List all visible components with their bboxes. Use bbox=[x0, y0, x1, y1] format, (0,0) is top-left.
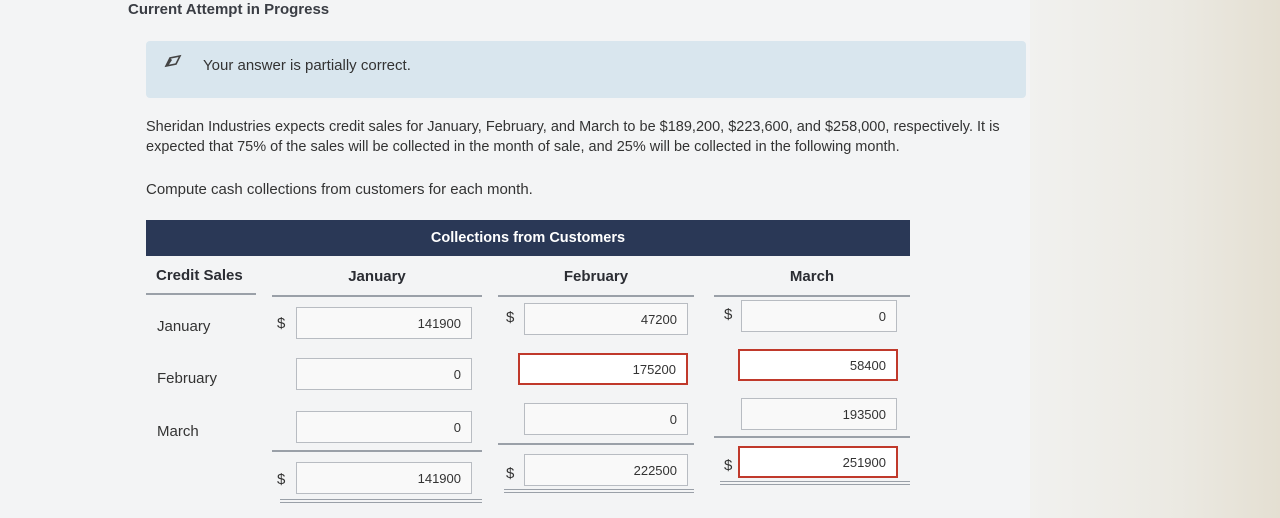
cell-mar-march[interactable] bbox=[741, 398, 897, 430]
cell-jan-january[interactable] bbox=[296, 307, 472, 339]
double-rule bbox=[720, 481, 910, 482]
double-rule bbox=[720, 484, 910, 485]
dollar-sign: $ bbox=[506, 465, 515, 482]
cell-jan-february[interactable] bbox=[524, 303, 688, 335]
cell-feb-february[interactable] bbox=[518, 353, 688, 385]
double-rule bbox=[280, 502, 482, 503]
dollar-sign: $ bbox=[277, 471, 286, 488]
row-label-january: January bbox=[157, 318, 211, 335]
problem-statement: Sheridan Industries expects credit sales… bbox=[146, 117, 1026, 157]
col-header-february: February bbox=[498, 257, 694, 297]
dollar-sign: $ bbox=[724, 306, 733, 323]
cell-feb-march[interactable] bbox=[738, 349, 898, 381]
problem-line-1: Sheridan Industries expects credit sales… bbox=[146, 119, 1000, 135]
cell-jan-march[interactable] bbox=[741, 300, 897, 332]
cell-mar-february[interactable] bbox=[524, 403, 688, 435]
cell-total-january[interactable] bbox=[296, 462, 472, 494]
row-label-february: February bbox=[157, 370, 218, 387]
row-header-credit-sales: Credit Sales bbox=[146, 257, 256, 295]
sum-rule bbox=[714, 436, 910, 438]
double-rule bbox=[504, 492, 694, 493]
dollar-sign: $ bbox=[506, 309, 515, 326]
sum-rule bbox=[272, 450, 482, 452]
feedback-text: Your answer is partially correct. bbox=[203, 57, 411, 74]
table-title: Collections from Customers bbox=[146, 220, 910, 256]
problem-line-2: expected that 75% of the sales will be c… bbox=[146, 139, 900, 155]
pencil-icon bbox=[164, 54, 182, 68]
dollar-sign: $ bbox=[724, 457, 733, 474]
cell-feb-january[interactable] bbox=[296, 358, 472, 390]
col-header-march: March bbox=[714, 257, 910, 297]
cell-mar-january[interactable] bbox=[296, 411, 472, 443]
double-rule bbox=[280, 499, 482, 500]
sum-rule bbox=[498, 443, 694, 445]
cell-total-march[interactable] bbox=[738, 446, 898, 478]
instruction-text: Compute cash collections from customers … bbox=[146, 181, 533, 198]
page-title: Current Attempt in Progress bbox=[128, 1, 330, 18]
double-rule bbox=[504, 489, 694, 490]
col-header-january: January bbox=[272, 257, 482, 297]
feedback-banner: Your answer is partially correct. bbox=[146, 41, 1026, 98]
row-label-march: March bbox=[157, 423, 199, 440]
cell-total-february[interactable] bbox=[524, 454, 688, 486]
dollar-sign: $ bbox=[277, 315, 286, 332]
background-shade bbox=[1030, 0, 1280, 518]
